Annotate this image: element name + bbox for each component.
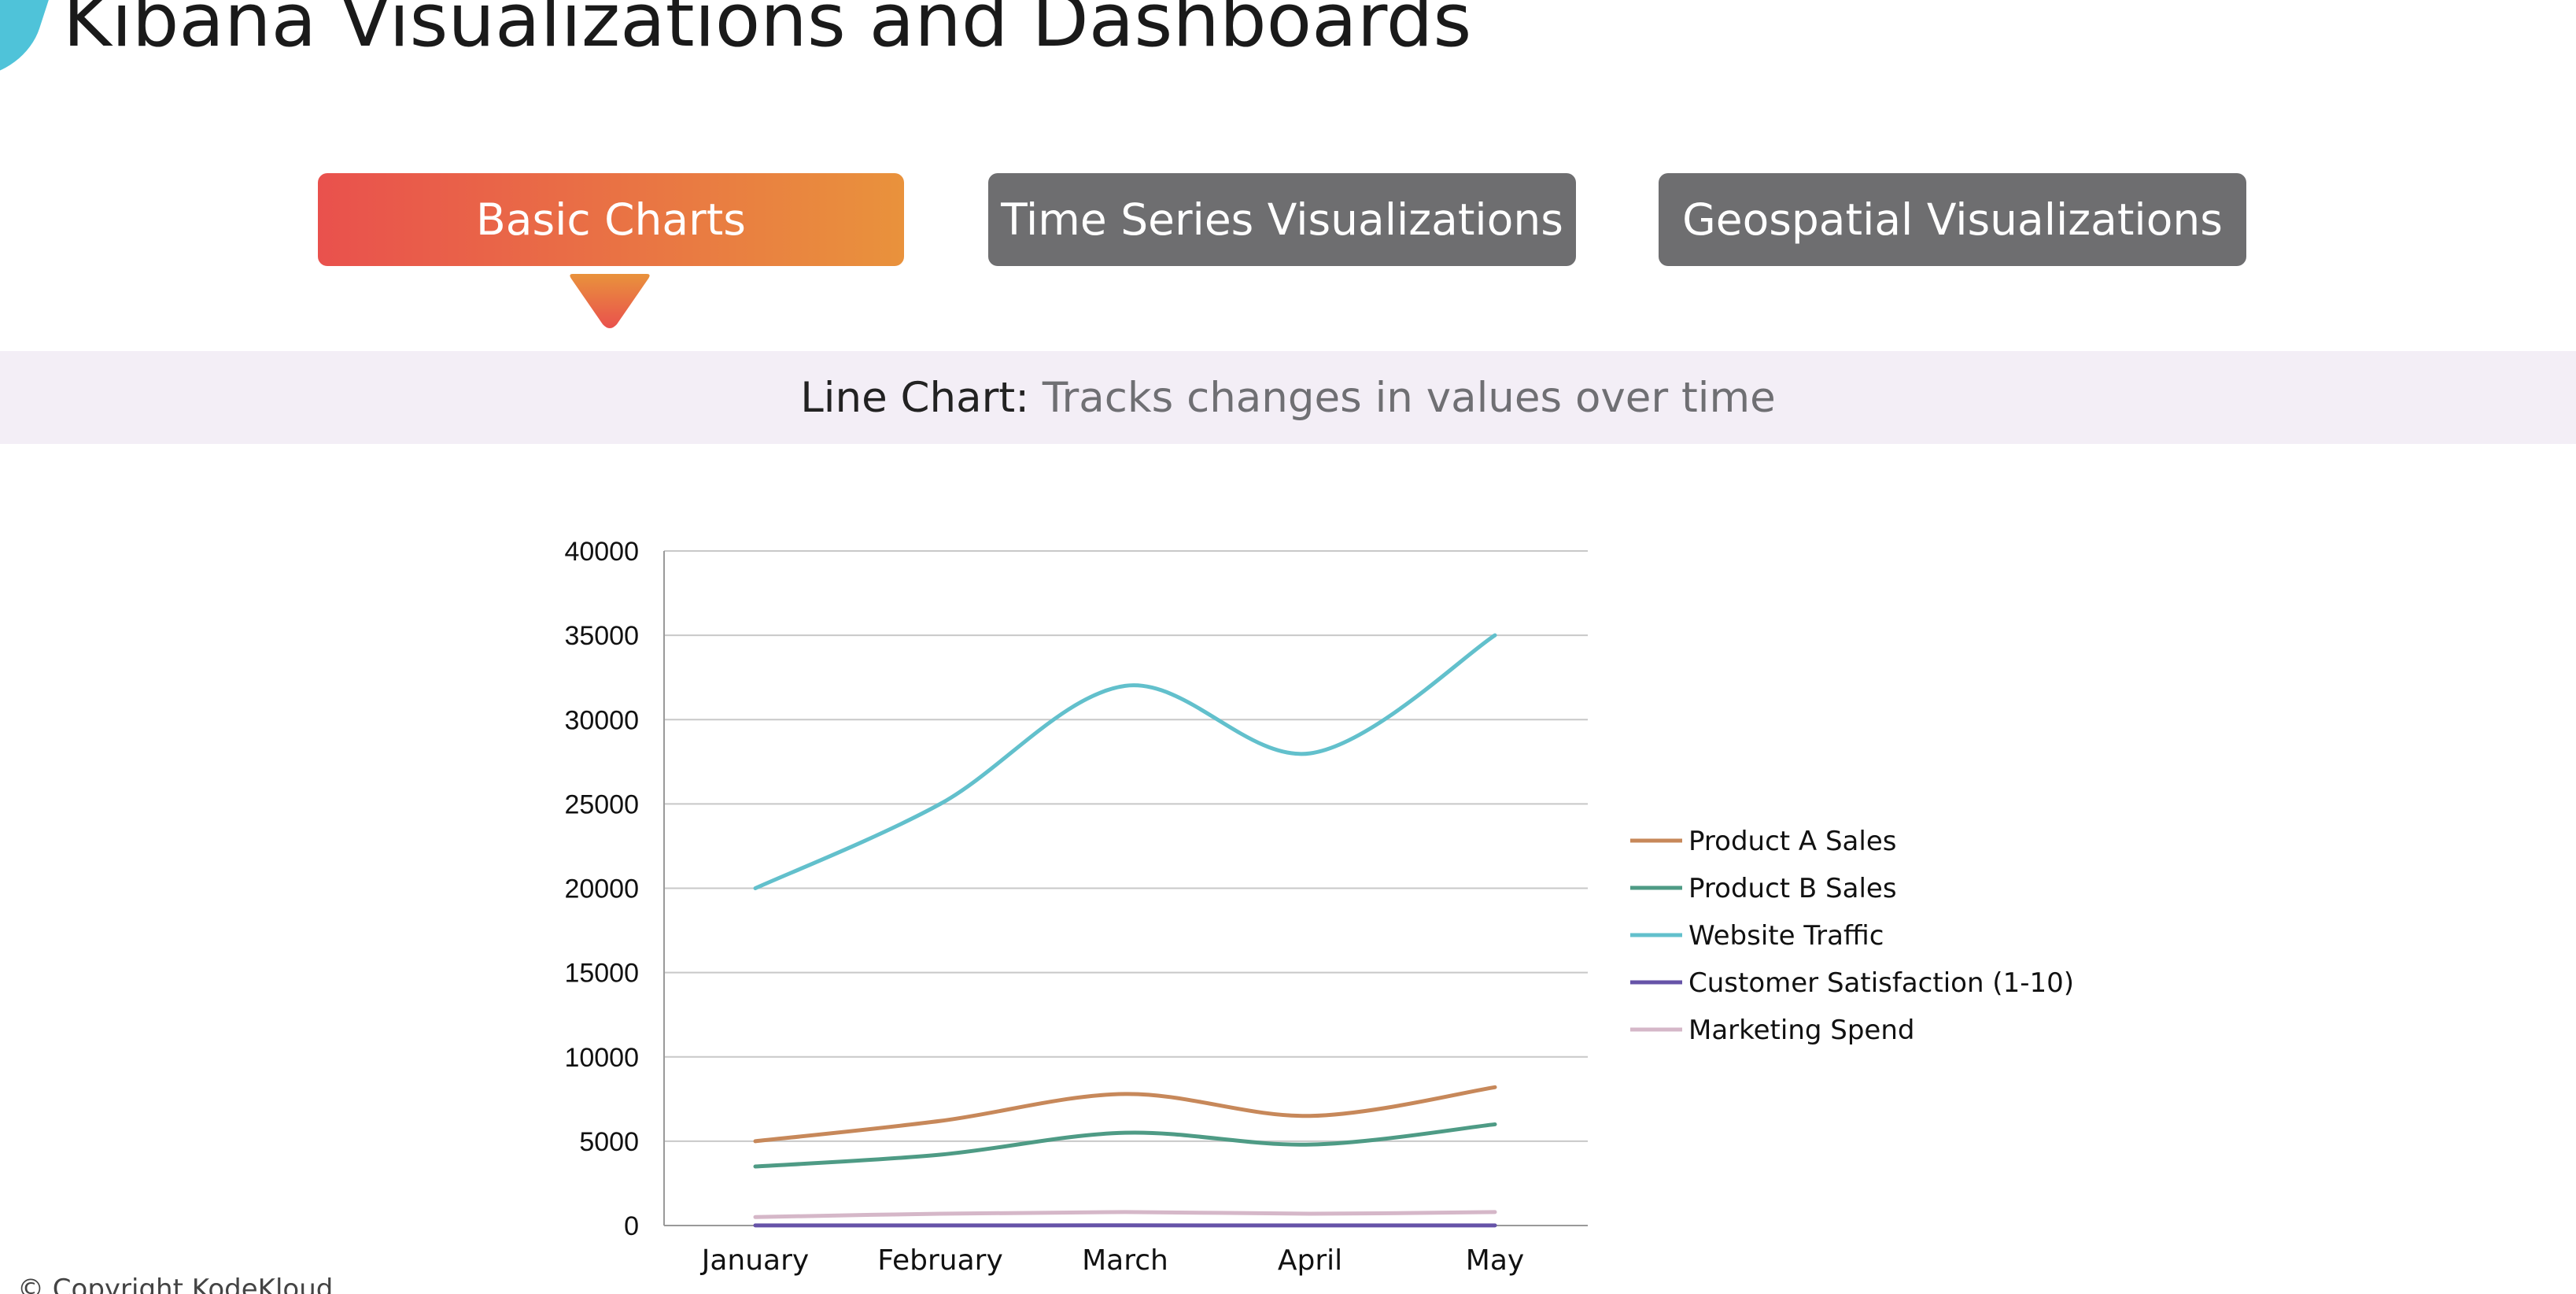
y-tick-label: 10000 xyxy=(564,1043,639,1073)
y-tick-label: 30000 xyxy=(564,705,639,735)
series-line-website-traffic xyxy=(753,633,1497,890)
x-tick-label: April xyxy=(1278,1244,1342,1277)
legend-label: Customer Satisfaction (1-10) xyxy=(1688,967,2074,999)
legend-label: Product B Sales xyxy=(1688,873,1897,904)
legend-label: Product A Sales xyxy=(1688,826,1896,857)
y-tick-label: 0 xyxy=(624,1211,639,1241)
y-tick-label: 20000 xyxy=(564,874,639,904)
line-chart-svg: 0 5000 10000 15000 20000 25000 30000 35000 40000… xyxy=(564,537,2074,1277)
legend-label: Website Traffic xyxy=(1688,920,1884,952)
series-line-marketing-spend xyxy=(753,1210,1497,1219)
x-tick-label: May xyxy=(1466,1244,1524,1277)
y-tick-label: 40000 xyxy=(564,537,639,567)
line-chart: 0 5000 10000 15000 20000 25000 30000 35000 40000… xyxy=(0,0,2576,1294)
y-tick-label: 15000 xyxy=(564,959,639,989)
slide: Kibana Visualizations and Dashboards Bas… xyxy=(0,0,2576,1294)
y-tick-label: 25000 xyxy=(564,789,639,819)
x-tick-label: February xyxy=(877,1244,1003,1277)
x-tick-label: January xyxy=(700,1244,809,1277)
y-tick-label: 5000 xyxy=(579,1127,639,1157)
copyright-text: © Copyright KodeKloud xyxy=(17,1274,334,1294)
legend-label: Marketing Spend xyxy=(1688,1015,1914,1046)
x-tick-label: March xyxy=(1082,1244,1168,1277)
y-tick-label: 35000 xyxy=(564,621,639,651)
